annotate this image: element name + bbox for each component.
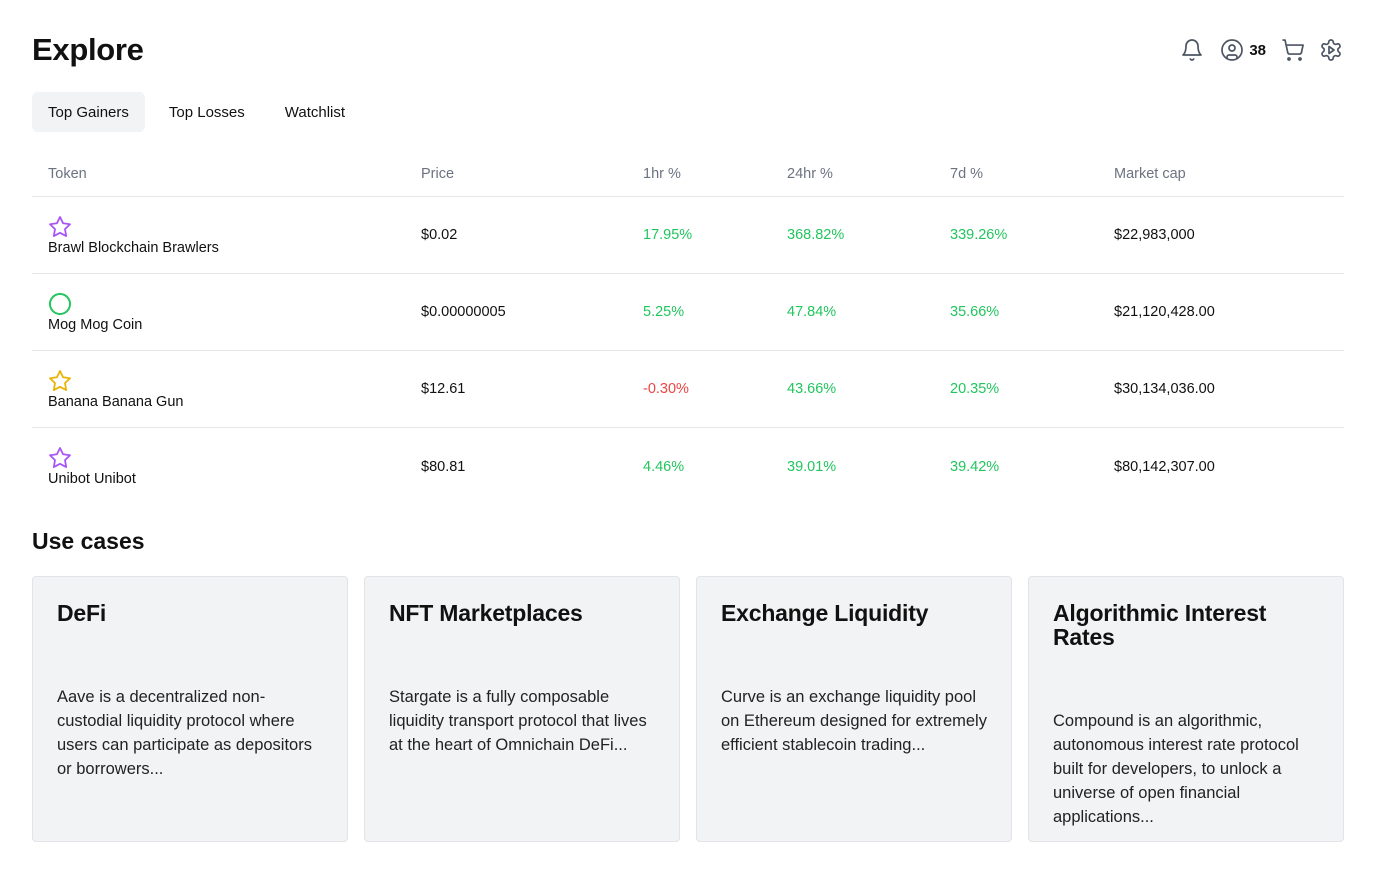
- use-cases-title: Use cases: [32, 528, 145, 554]
- token-table: Token Price 1hr % 24hr % 7d % Market cap…: [32, 152, 1344, 505]
- star-icon[interactable]: [48, 369, 72, 393]
- change-24hr: 39.01%: [787, 458, 837, 475]
- token-price: $0.00000005: [421, 304, 506, 320]
- bell-icon[interactable]: [1179, 36, 1205, 64]
- page-title: Explore: [32, 32, 144, 67]
- token-name: Mog Mog Coin: [48, 316, 143, 333]
- card-description: Compound is an algorithmic, autonomous i…: [1053, 712, 1299, 826]
- change-7d: 339.26%: [950, 227, 1008, 243]
- change-1hr: 5.25%: [643, 304, 685, 320]
- tab-watchlist[interactable]: Watchlist: [269, 92, 361, 132]
- change-24hr: 43.66%: [787, 381, 837, 397]
- market-cap: $21,120,428.00: [1114, 304, 1215, 320]
- card-title: DeFi: [57, 600, 107, 626]
- tab-top-gainers[interactable]: Top Gainers: [32, 92, 145, 132]
- tab-bar: Top Gainers Top Losses Watchlist: [32, 92, 369, 132]
- table-row[interactable]: Mog Mog Coin $0.00000005 5.25% 47.84% 35…: [32, 274, 1344, 351]
- column-header-1hr: 1hr %: [643, 166, 681, 182]
- token-name: Unibot Unibot: [48, 471, 136, 487]
- star-icon[interactable]: [48, 446, 72, 470]
- column-header-7d: 7d %: [950, 166, 984, 182]
- card-description: Aave is a decentralized non-custodial li…: [57, 688, 312, 778]
- use-case-cards: DeFi Aave is a decentralized non-custodi…: [32, 576, 1344, 842]
- use-case-card-defi[interactable]: DeFi Aave is a decentralized non-custodi…: [32, 576, 348, 842]
- market-cap: $22,983,000: [1114, 227, 1195, 243]
- change-7d: 20.35%: [950, 381, 1000, 397]
- market-cap: $30,134,036.00: [1114, 381, 1215, 397]
- column-header-24hr: 24hr %: [787, 166, 833, 182]
- token-cell: Mog Mog Coin: [32, 292, 405, 333]
- market-cap: $80,142,307.00: [1114, 458, 1215, 475]
- token-name: Brawl Blockchain Brawlers: [48, 239, 219, 256]
- token-price: $80.81: [421, 458, 466, 475]
- card-title: NFT Marketplaces: [389, 600, 583, 626]
- account-button[interactable]: 38: [1219, 36, 1266, 64]
- token-price: $12.61: [421, 381, 466, 397]
- table-header: Token Price 1hr % 24hr % 7d % Market cap: [32, 152, 1344, 197]
- token-cell: Unibot Unibot: [32, 446, 405, 487]
- change-7d: 35.66%: [950, 304, 1000, 320]
- tab-top-losses[interactable]: Top Losses: [153, 92, 261, 132]
- change-7d: 39.42%: [950, 458, 1000, 475]
- column-header-token: Token: [48, 166, 87, 182]
- card-title: Algorithmic Interest Rates: [1053, 600, 1267, 650]
- user-circle-icon: [1219, 36, 1245, 64]
- token-cell: Banana Banana Gun: [32, 369, 405, 410]
- account-count: 38: [1249, 41, 1266, 59]
- column-header-market-cap: Market cap: [1114, 166, 1186, 182]
- column-header-price: Price: [421, 166, 455, 182]
- table-row[interactable]: Unibot Unibot $80.81 4.46% 39.01% 39.42%…: [32, 428, 1344, 505]
- header: Explore 38: [32, 30, 1344, 74]
- table-row[interactable]: Banana Banana Gun $12.61 -0.30% 43.66% 2…: [32, 351, 1344, 428]
- change-24hr: 368.82%: [787, 227, 845, 243]
- token-name: Banana Banana Gun: [48, 393, 184, 410]
- cart-icon[interactable]: [1280, 36, 1306, 64]
- change-1hr: 17.95%: [643, 227, 693, 243]
- use-case-card-algorithmic-interest-rates[interactable]: Algorithmic Interest Rates Compound is a…: [1028, 576, 1344, 842]
- use-case-card-exchange-liquidity[interactable]: Exchange Liquidity Curve is an exchange …: [696, 576, 1012, 842]
- settings-icon[interactable]: [1318, 36, 1344, 64]
- card-description: Curve is an exchange liquidity pool on E…: [721, 688, 987, 754]
- change-24hr: 47.84%: [787, 304, 837, 320]
- card-title: Exchange Liquidity: [721, 600, 929, 626]
- header-actions: 38: [1179, 36, 1344, 64]
- change-1hr: -0.30%: [643, 381, 689, 397]
- change-1hr: 4.46%: [643, 458, 685, 475]
- star-icon[interactable]: [48, 215, 72, 239]
- table-row[interactable]: Brawl Blockchain Brawlers $0.02 17.95% 3…: [32, 197, 1344, 274]
- token-cell: Brawl Blockchain Brawlers: [32, 215, 405, 256]
- card-description: Stargate is a fully composable liquidity…: [389, 688, 647, 754]
- token-price: $0.02: [421, 227, 458, 243]
- circle-icon[interactable]: [48, 292, 72, 316]
- use-case-card-nft-marketplaces[interactable]: NFT Marketplaces Stargate is a fully com…: [364, 576, 680, 842]
